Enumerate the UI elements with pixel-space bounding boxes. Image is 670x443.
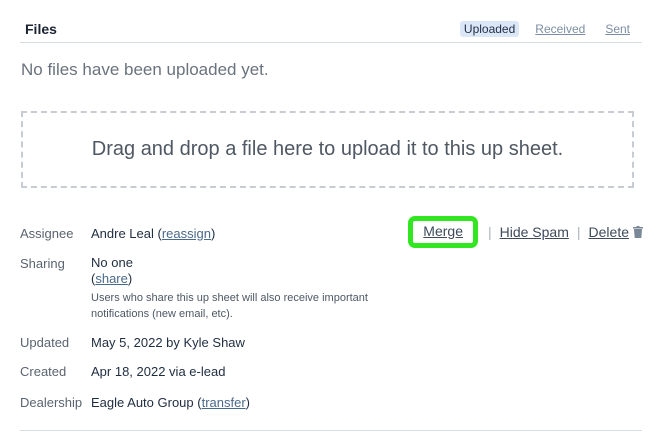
no-files-message: No files have been uploaded yet. xyxy=(21,60,269,79)
updated-label: Updated xyxy=(20,335,70,350)
bottom-divider xyxy=(20,430,642,431)
action-separator: | xyxy=(487,224,492,240)
sharing-note-line-2: notifications (new email, etc). xyxy=(91,308,233,320)
sharing-note-line-1: Users who share this up sheet will also … xyxy=(91,292,368,304)
reassign-link[interactable]: reassign xyxy=(162,226,211,241)
tab-uploaded[interactable]: Uploaded xyxy=(459,21,520,37)
file-dropzone[interactable]: Drag and drop a file here to upload it t… xyxy=(21,111,634,188)
files-tabs: Uploaded Received Sent xyxy=(459,21,634,37)
assignee-label: Assignee xyxy=(20,226,74,241)
files-header: Files Uploaded Received Sent xyxy=(20,18,642,43)
action-separator: | xyxy=(576,224,581,240)
hide-spam-button[interactable]: Hide Spam xyxy=(500,224,569,240)
assignee-value: Andre Leal (reassign) xyxy=(91,226,216,241)
merge-button[interactable]: Merge xyxy=(423,223,463,239)
files-title: Files xyxy=(25,21,57,37)
dealership-value: Eagle Auto Group (transfer) xyxy=(91,395,251,410)
tab-received[interactable]: Received xyxy=(531,21,589,37)
share-link[interactable]: share xyxy=(95,271,128,286)
sharing-label: Sharing xyxy=(20,256,65,271)
dealership-name: Eagle Auto Group xyxy=(91,395,194,410)
created-value: Apr 18, 2022 via e-lead xyxy=(91,364,226,379)
sharing-value: No one (share) Users who share this up s… xyxy=(91,255,368,320)
dealership-label: Dealership xyxy=(20,395,83,410)
merge-highlight: Merge xyxy=(408,216,478,248)
delete-button[interactable]: Delete xyxy=(589,224,629,240)
sharing-status: No one xyxy=(91,255,133,270)
lead-actions: Merge | Hide Spam | Delete xyxy=(408,216,643,248)
dropzone-text: Drag and drop a file here to upload it t… xyxy=(91,138,564,160)
created-label: Created xyxy=(20,364,67,379)
tab-sent[interactable]: Sent xyxy=(601,21,634,37)
assignee-name: Andre Leal xyxy=(91,226,154,241)
transfer-link[interactable]: transfer xyxy=(202,395,246,410)
updated-value: May 5, 2022 by Kyle Shaw xyxy=(91,335,245,350)
trash-icon[interactable] xyxy=(633,226,643,238)
